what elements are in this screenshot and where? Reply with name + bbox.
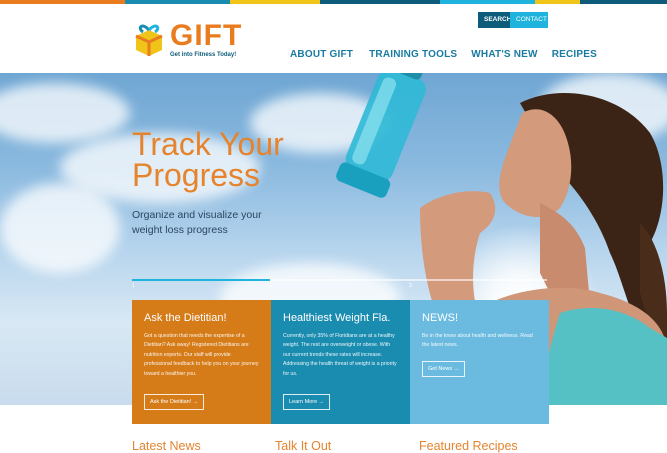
site-logo[interactable]: GIFT Get into Fitness Today!	[132, 19, 243, 58]
panel-ask-dietitian: Ask the Dietitian! Got a question that n…	[132, 300, 271, 424]
section-headings: Latest News Talk It Out Featured Recipes	[132, 439, 518, 453]
panel-title: Healthiest Weight Fla.	[283, 312, 391, 324]
slide-2-button[interactable]: 2	[270, 283, 273, 289]
ask-dietitian-button[interactable]: Ask the Dietitian! →	[144, 394, 205, 410]
nav-recipes[interactable]: RECIPES	[552, 49, 597, 60]
panel-title: Ask the Dietitian!	[144, 312, 227, 324]
utility-nav: SEARCH CONTACT	[478, 12, 548, 28]
contact-button[interactable]: CONTACT	[510, 12, 548, 28]
slide-1-button[interactable]: 1	[132, 283, 135, 289]
hero-slider-nav: 1 2 3	[132, 279, 547, 291]
top-color-bar	[0, 0, 667, 4]
learn-more-button[interactable]: Learn More →	[283, 394, 331, 410]
featured-recipes-heading[interactable]: Featured Recipes	[419, 439, 518, 453]
top-bar-segment	[230, 0, 320, 4]
top-bar-segment	[125, 0, 230, 4]
nav-whats-new[interactable]: WHAT'S NEW	[471, 49, 537, 60]
feature-panels: Ask the Dietitian! Got a question that n…	[132, 300, 549, 424]
get-news-button[interactable]: Get News →	[422, 361, 466, 377]
panel-title: NEWS!	[422, 312, 459, 324]
slide-3-button[interactable]: 3	[409, 283, 412, 289]
slider-active-bar	[132, 279, 270, 281]
logo-tagline: Get into Fitness Today!	[170, 52, 237, 58]
logo-title: GIFT	[170, 19, 243, 52]
gift-logo-icon	[132, 22, 166, 58]
latest-news-heading[interactable]: Latest News	[132, 439, 275, 453]
top-bar-segment	[440, 0, 535, 4]
hero-subtitle: Organize and visualize your weight loss …	[132, 209, 262, 236]
top-bar-segment	[535, 0, 580, 4]
nav-training-tools[interactable]: TRAINING TOOLS	[369, 49, 457, 60]
nav-about-gift[interactable]: ABOUT GIFT	[290, 49, 353, 60]
search-button[interactable]: SEARCH	[478, 12, 511, 28]
talk-it-out-heading[interactable]: Talk It Out	[275, 439, 419, 453]
main-nav: ABOUT GIFT TRAINING TOOLS WHAT'S NEW REC…	[290, 49, 597, 60]
panel-news: NEWS! Be in the know about health and we…	[410, 300, 549, 424]
panel-body: Got a question that needs the expertise …	[144, 333, 259, 377]
top-bar-segment	[320, 0, 440, 4]
top-bar-segment	[580, 0, 667, 4]
panel-body: Currently, only 35% of Floridians are at…	[283, 333, 397, 377]
hero-title: Track Your Progress	[132, 126, 284, 193]
panel-healthiest-weight: Healthiest Weight Fla. Currently, only 3…	[271, 300, 410, 424]
top-bar-segment	[0, 0, 125, 4]
panel-body: Be in the know about health and wellness…	[422, 333, 533, 349]
